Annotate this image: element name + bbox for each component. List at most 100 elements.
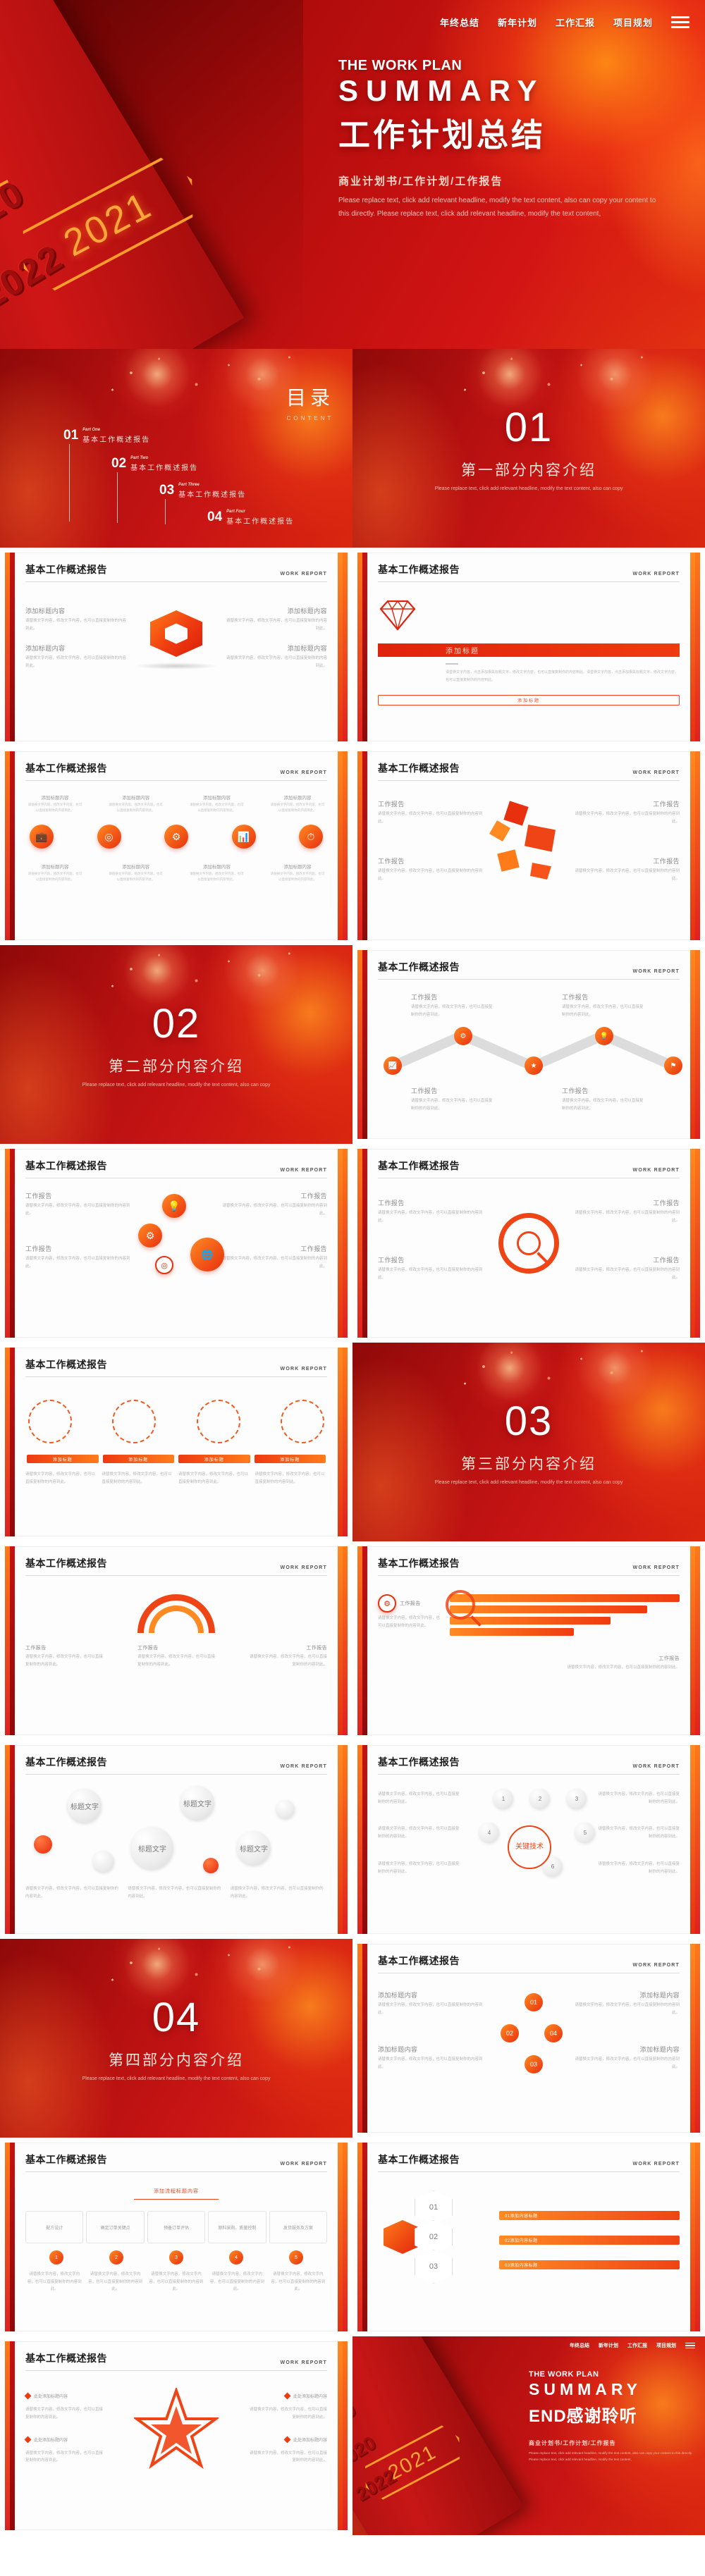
hex-02[interactable]: 02 (415, 2220, 453, 2254)
chart-icon[interactable]: 📊 (231, 825, 256, 849)
slide-molecule-map[interactable]: 基本工作概述报告 WORK REPORT 标题文字 标题文字 标题文字 标题文字… (0, 1740, 352, 1939)
nav-item-new-year-plan[interactable]: 新年计划 (599, 2342, 618, 2349)
caption: 添加标题内容 请替换文字内容，修改文字内容，也可以直接复制你的内容到此。 (27, 796, 82, 813)
target-icon[interactable]: ◎ (97, 825, 121, 849)
step-num-5[interactable]: 5 (289, 2250, 303, 2264)
node-bubble-center[interactable]: 标题文字 (131, 1827, 173, 1869)
banner-label: 添加标题 (446, 648, 479, 655)
node-bubble-small[interactable] (276, 1800, 295, 1818)
step-card[interactable]: 配方设计 (25, 2211, 84, 2243)
step-card[interactable]: 预备订单评估 (147, 2211, 206, 2243)
step-card[interactable]: 确定订单关键点 (86, 2211, 145, 2243)
nav-item-year-summary[interactable]: 年终总结 (570, 2342, 589, 2349)
slide-section-02[interactable]: 02 第二部分内容介绍 Please replace text, click a… (0, 945, 352, 1144)
node-4[interactable]: 4 (479, 1823, 499, 1842)
badge-03[interactable]: 03 (525, 2055, 543, 2073)
step-num-2[interactable]: 2 (109, 2250, 123, 2264)
top-nav[interactable]: 年终总结 新年计划 工作汇报 项目规划 (440, 16, 689, 29)
add-title-button[interactable]: 添加标题 (378, 695, 680, 705)
tag-chip[interactable]: 添加标题 (102, 1455, 174, 1463)
node-bubble[interactable]: 标题文字 (237, 1831, 271, 1865)
hex-01[interactable]: 01 (415, 2190, 453, 2224)
target-icon[interactable]: ◎ (155, 1256, 173, 1274)
gear-icon[interactable]: ⚙ (138, 1224, 162, 1247)
legend-item: 此处添加标题内容 (250, 2436, 327, 2443)
slide-step-cards[interactable]: 基本工作概述报告 WORK REPORT 添加流程标题内容 配方设计 确定订单关… (0, 2138, 352, 2336)
search-icon[interactable] (517, 1231, 541, 1255)
nav-item-project-plan[interactable]: 项目规划 (656, 2342, 676, 2349)
slide-four-rings[interactable]: 基本工作概述报告 WORK REPORT 添加标题 添加标题 添加标题 添加标题 (0, 1343, 352, 1541)
label-row: 工作报告 请替换文字内容，修改文字内容，也可以直接复制你的内容到此。 工作报告 请替… (25, 1646, 328, 1667)
node-bubble-small[interactable] (93, 1851, 114, 1872)
step-numbers: 1 2 3 4 5 (25, 2250, 327, 2264)
slide-thank-you[interactable]: 年终总结 新年计划 工作汇报 项目规划 2018 2019 2020 2022 … (352, 2336, 705, 2535)
toc-label-02: 基本工作概述报告 (130, 464, 199, 472)
toc-item-04[interactable]: 04 Part Four 基本工作概述报告 (207, 510, 294, 526)
tag-chip[interactable]: 添加标题 (178, 1455, 250, 1463)
slide-title: 基本工作概述报告 (25, 1160, 107, 1171)
rule (134, 2199, 219, 2200)
gear-icon[interactable]: ⚙ (378, 1594, 396, 1613)
slide-bubble-cluster[interactable]: 基本工作概述报告 WORK REPORT 工作报告 请替换文字内容，修改文字内容，… (0, 1144, 352, 1343)
search-icon[interactable] (446, 1590, 475, 1620)
slide-title: 基本工作概述报告 (25, 564, 107, 575)
node-5[interactable]: 5 (575, 1823, 595, 1842)
step-num-1[interactable]: 1 (49, 2250, 63, 2264)
slide-polygon-cluster[interactable]: 基本工作概述报告 WORK REPORT 工作报告 请替换文字内容，修改文字内容，… (352, 746, 705, 945)
block-heading: 工作报告 (653, 801, 680, 808)
slide-diamond-banner[interactable]: 基本工作概述报告 WORK REPORT 添加标题 请替换文字内容，点击添加相关… (352, 548, 705, 746)
step-num-3[interactable]: 3 (169, 2250, 183, 2264)
nav-item-work-report[interactable]: 工作汇报 (556, 16, 595, 29)
node-3[interactable]: 3 (567, 1789, 587, 1808)
tag-row: 添加标题 添加标题 添加标题 添加标题 (25, 1455, 327, 1463)
node-bubble[interactable]: 标题文字 (180, 1786, 214, 1820)
slide-star-diagram[interactable]: 基本工作概述报告 WORK REPORT 此处添加标题内容 请替换文字内容，修改… (0, 2336, 352, 2535)
polygon-shape (497, 849, 520, 872)
briefcase-icon[interactable]: 💼 (30, 825, 54, 849)
step-num-4[interactable]: 4 (229, 2250, 243, 2264)
slide-hex-steps[interactable]: 基本工作概述报告 WORK REPORT 01 02 03 01添加内容标题 0… (352, 2138, 705, 2336)
node-1[interactable]: 1 (494, 1789, 513, 1808)
tag-chip[interactable]: 添加标题 (254, 1455, 326, 1463)
badge-01[interactable]: 01 (525, 1993, 543, 2011)
bar-03[interactable]: 03添加内容标题 (499, 2260, 680, 2269)
nav-item-work-report[interactable]: 工作汇报 (627, 2342, 647, 2349)
legend-right: 此处添加标题内容 请替换文字内容，修改文字内容，也可以直接复制你的内容到此。 此… (250, 2392, 327, 2465)
icon-row: 💼 ◎ ⚙ 📊 ⏱ (25, 825, 327, 849)
slide-zigzag-process[interactable]: 基本工作概述报告 WORK REPORT 工作报告 请替换文字内容，修改文字内容，… (352, 945, 705, 1144)
clock-icon[interactable]: ⏱ (299, 825, 323, 849)
bar-02[interactable]: 02添加内容标题 (499, 2235, 680, 2245)
node-bubble[interactable]: 标题文字 (68, 1789, 102, 1823)
nav-item-project-plan[interactable]: 项目规划 (613, 16, 653, 29)
final-nav[interactable]: 年终总结 新年计划 工作汇报 项目规划 (570, 2342, 695, 2349)
badge-04[interactable]: 04 (544, 2024, 563, 2042)
slide-key-technology[interactable]: 基本工作概述报告 WORK REPORT 请替换文字内容，修改文字内容，也可以直… (352, 1740, 705, 1939)
slide-magnifier-ring[interactable]: 基本工作概述报告 WORK REPORT 工作报告 请替换文字内容，修改文字内容，… (352, 1144, 705, 1343)
slide-section-03[interactable]: 03 第三部分内容介绍 Please replace text, click a… (352, 1343, 705, 1541)
step-card[interactable]: 原料采购、质量控制 (208, 2211, 266, 2243)
nav-item-year-summary[interactable]: 年终总结 (440, 16, 479, 29)
hamburger-menu-icon[interactable] (685, 2342, 695, 2349)
slide-section-01[interactable]: 01 第一部分内容介绍 Please replace text, click a… (352, 349, 705, 548)
bar-01[interactable]: 01添加内容标题 (499, 2210, 680, 2220)
slide-numbered-circles[interactable]: 基本工作概述报告 WORK REPORT 添加标题内容 请替换文字内容，修改文字内… (352, 1939, 705, 2138)
bulb-icon[interactable]: 💡 (162, 1194, 186, 1218)
hamburger-menu-icon[interactable] (671, 16, 689, 28)
slide-arc-chart[interactable]: 基本工作概述报告 WORK REPORT 工作报告 请替换文字内容，修改文字内容，… (0, 1541, 352, 1740)
slide-table-of-contents[interactable]: 目录 CONTENT 01 Part One 基本工作概述报告 02 Part … (0, 349, 352, 548)
tag-chip[interactable]: 添加标题 (27, 1455, 99, 1463)
node-2[interactable]: 2 (530, 1789, 550, 1808)
block-heading: 添加标题内容 (378, 1992, 418, 1999)
hex-03[interactable]: 03 (415, 2250, 453, 2284)
slide-funnel-magnifier[interactable]: 基本工作概述报告 WORK REPORT ⚙ 工作报告 请替换文字内容，修改文字… (352, 1541, 705, 1740)
slide-section-04[interactable]: 04 第四部分内容介绍 Please replace text, click a… (0, 1939, 352, 2138)
rule (446, 663, 458, 665)
badge-02[interactable]: 02 (501, 2024, 519, 2042)
slide-hexagon-overview[interactable]: 基本工作概述报告 WORK REPORT 添加标题内容 请替换文字内容，修改文字… (0, 548, 352, 746)
globe-icon[interactable]: 🌐 (190, 1238, 224, 1271)
step-card[interactable]: 发货服务及方案 (269, 2211, 328, 2243)
funnel-graphic (446, 1590, 680, 1639)
nav-item-new-year-plan[interactable]: 新年计划 (498, 16, 537, 29)
slide-icon-wave[interactable]: 基本工作概述报告 WORK REPORT 添加标题内容 请替换文字内容，修改文字内… (0, 746, 352, 945)
gear-icon[interactable]: ⚙ (164, 825, 188, 849)
